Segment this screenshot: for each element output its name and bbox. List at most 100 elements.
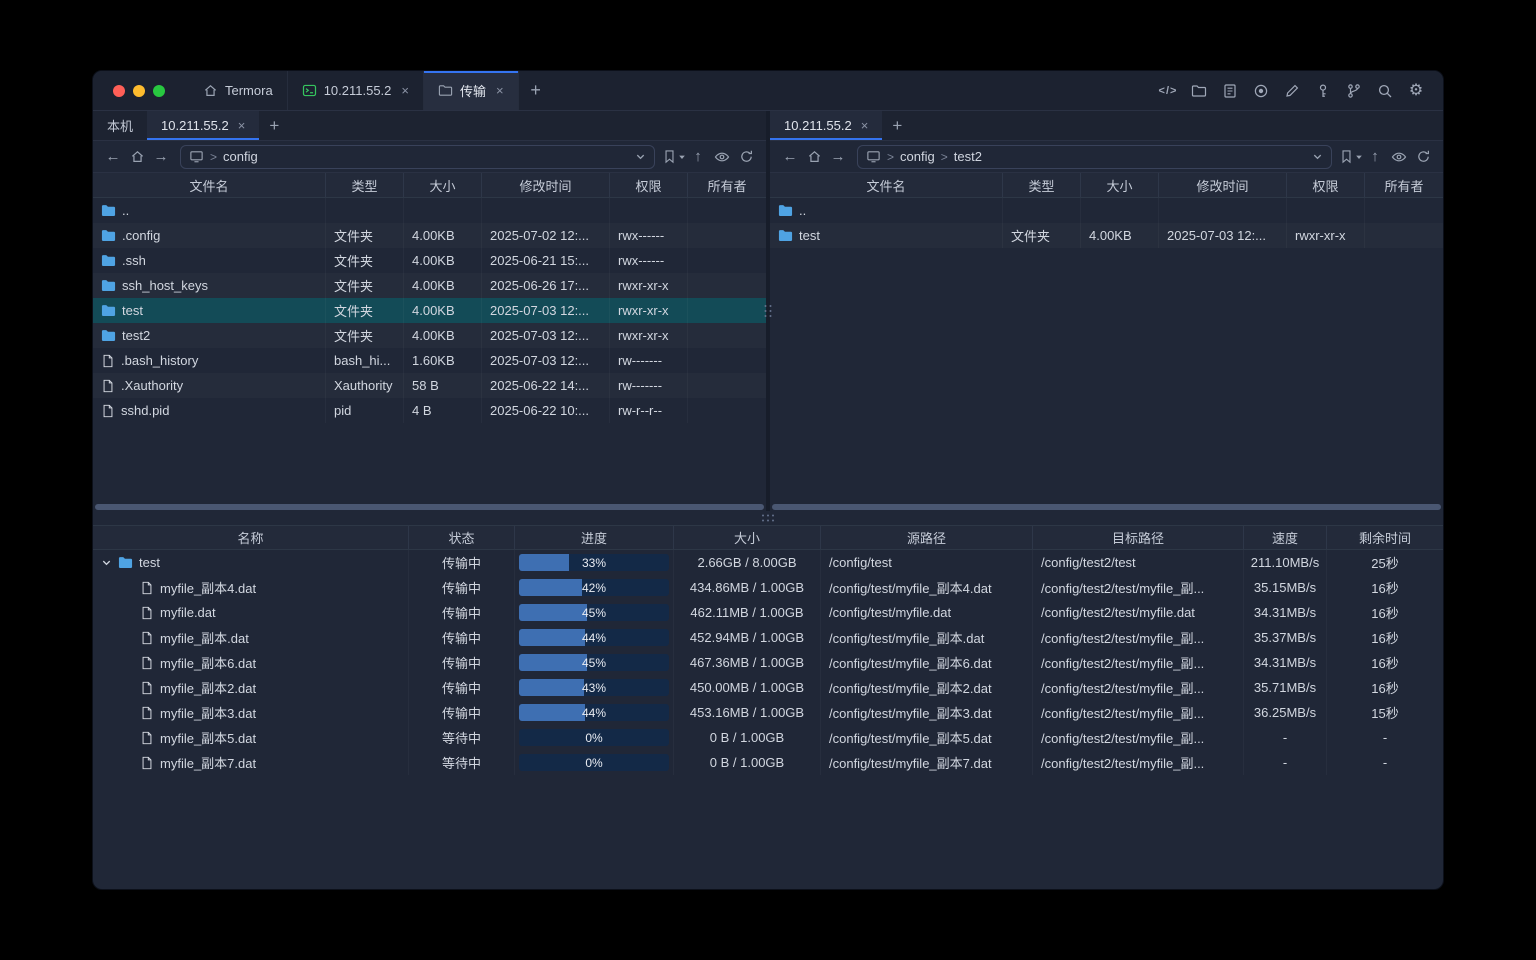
progress-bar: 0% (519, 754, 669, 771)
tab-remote-host[interactable]: 10.211.55.2 × (770, 111, 882, 140)
back-button[interactable]: ← (778, 145, 802, 169)
file-permissions: rwxr-xr-x (610, 298, 688, 323)
splitter-grip[interactable] (762, 515, 774, 522)
close-tab-icon[interactable]: × (401, 83, 409, 98)
file-row[interactable]: test2 文件夹 4.00KB 2025-07-03 12:... rwxr-… (93, 323, 766, 348)
column-header-type[interactable]: 类型 (326, 173, 404, 197)
column-header-mtime[interactable]: 修改时间 (482, 173, 610, 197)
transfer-row[interactable]: myfile_副本4.dat 传输中 42% 434.86MB / 1.00GB… (93, 575, 1443, 600)
home-button[interactable] (802, 145, 826, 169)
file-name: test (122, 303, 143, 318)
transfer-size: 452.94MB / 1.00GB (674, 625, 821, 650)
folder-icon (101, 203, 116, 218)
tab-remote-host[interactable]: 10.211.55.2 × (147, 111, 259, 140)
column-header-speed: 速度 (1244, 526, 1327, 549)
refresh-button[interactable] (734, 145, 758, 169)
new-pane-tab-button[interactable]: + (882, 111, 912, 140)
forward-button[interactable]: → (826, 145, 850, 169)
forward-button[interactable]: → (149, 145, 173, 169)
home-button[interactable] (125, 145, 149, 169)
record-button[interactable] (1248, 78, 1274, 104)
settings-button[interactable]: ⚙ (1403, 78, 1429, 104)
breadcrumb[interactable]: > config (180, 145, 655, 169)
transfer-source-path: /config/test/myfile_副本7.dat (821, 750, 1033, 775)
breadcrumb-segment[interactable]: config (223, 149, 258, 164)
code-button[interactable]: </> (1155, 78, 1181, 104)
branch-button[interactable] (1341, 78, 1367, 104)
scrollbar-thumb[interactable] (95, 504, 764, 510)
transfer-row[interactable]: myfile_副本7.dat 等待中 0% 0 B / 1.00GB /conf… (93, 750, 1443, 775)
chevron-down-icon[interactable] (101, 557, 112, 568)
file-type: bash_hi... (326, 348, 404, 373)
transfer-row[interactable]: myfile_副本2.dat 传输中 43% 450.00MB / 1.00GB… (93, 675, 1443, 700)
tab-local[interactable]: 本机 (93, 111, 147, 140)
breadcrumb-segment[interactable]: test2 (954, 149, 982, 164)
tab-host[interactable]: 10.211.55.2 × (288, 71, 424, 110)
show-hidden-button[interactable] (710, 145, 734, 169)
key-button[interactable] (1310, 78, 1336, 104)
bookmark-button[interactable] (1339, 145, 1363, 169)
column-header-size[interactable]: 大小 (404, 173, 482, 197)
file-owner (688, 323, 766, 348)
folder-button[interactable] (1186, 78, 1212, 104)
file-row[interactable]: test 文件夹 4.00KB 2025-07-03 12:... rwxr-x… (770, 223, 1443, 248)
transfer-row[interactable]: myfile.dat 传输中 45% 462.11MB / 1.00GB /co… (93, 600, 1443, 625)
breadcrumb-segment[interactable]: config (900, 149, 935, 164)
edit-button[interactable] (1279, 78, 1305, 104)
column-header-size[interactable]: 大小 (1081, 173, 1159, 197)
transfer-row[interactable]: myfile_副本.dat 传输中 44% 452.94MB / 1.00GB … (93, 625, 1443, 650)
close-window-button[interactable] (113, 85, 125, 97)
minimize-window-button[interactable] (133, 85, 145, 97)
column-header-perm[interactable]: 权限 (610, 173, 688, 197)
file-row[interactable]: .. (770, 198, 1443, 223)
transfer-row[interactable]: myfile_副本6.dat 传输中 45% 467.36MB / 1.00GB… (93, 650, 1443, 675)
new-tab-button[interactable]: + (519, 71, 553, 110)
breadcrumb[interactable]: > config > test2 (857, 145, 1332, 169)
file-mtime: 2025-06-26 17:... (482, 273, 610, 298)
close-tab-icon[interactable]: × (861, 118, 869, 133)
column-header-name[interactable]: 文件名 (770, 173, 1003, 197)
search-button[interactable] (1372, 78, 1398, 104)
maximize-window-button[interactable] (153, 85, 165, 97)
pane-divider[interactable] (766, 111, 770, 511)
column-header-perm[interactable]: 权限 (1287, 173, 1365, 197)
transfer-eta: 15秒 (1327, 700, 1443, 725)
column-header-owner[interactable]: 所有者 (688, 173, 766, 197)
horizontal-splitter[interactable] (93, 511, 1443, 525)
transfer-row[interactable]: myfile_副本5.dat 等待中 0% 0 B / 1.00GB /conf… (93, 725, 1443, 750)
tab-label: 10.211.55.2 (161, 118, 229, 133)
file-row[interactable]: .bash_history bash_hi... 1.60KB 2025-07-… (93, 348, 766, 373)
file-row[interactable]: ssh_host_keys 文件夹 4.00KB 2025-06-26 17:.… (93, 273, 766, 298)
file-row[interactable]: .Xauthority Xauthority 58 B 2025-06-22 1… (93, 373, 766, 398)
column-header-mtime[interactable]: 修改时间 (1159, 173, 1287, 197)
file-icon (140, 606, 154, 620)
column-header-owner[interactable]: 所有者 (1365, 173, 1443, 197)
new-pane-tab-button[interactable]: + (259, 111, 289, 140)
file-row[interactable]: .config 文件夹 4.00KB 2025-07-02 12:... rwx… (93, 223, 766, 248)
bookmark-button[interactable] (662, 145, 686, 169)
file-row[interactable]: .ssh 文件夹 4.00KB 2025-06-21 15:... rwx---… (93, 248, 766, 273)
file-row[interactable]: .. (93, 198, 766, 223)
divider-grip[interactable] (765, 305, 772, 317)
scrollbar-thumb[interactable] (772, 504, 1441, 510)
tab-termora[interactable]: Termora (189, 71, 288, 110)
chevron-down-icon[interactable] (1312, 151, 1323, 162)
upload-button[interactable]: ↑ (686, 145, 710, 169)
close-tab-icon[interactable]: × (238, 118, 246, 133)
log-button[interactable] (1217, 78, 1243, 104)
file-row[interactable]: test 文件夹 4.00KB 2025-07-03 12:... rwxr-x… (93, 298, 766, 323)
tab-transfer[interactable]: 传输 × (424, 71, 519, 110)
back-button[interactable]: ← (101, 145, 125, 169)
refresh-button[interactable] (1411, 145, 1435, 169)
transfer-row[interactable]: test 传输中 33% 2.66GB / 8.00GB /config/tes… (93, 550, 1443, 575)
column-header-type[interactable]: 类型 (1003, 173, 1081, 197)
file-owner (688, 298, 766, 323)
column-header-name[interactable]: 文件名 (93, 173, 326, 197)
transfer-row[interactable]: myfile_副本3.dat 传输中 44% 453.16MB / 1.00GB… (93, 700, 1443, 725)
close-tab-icon[interactable]: × (496, 83, 504, 98)
show-hidden-button[interactable] (1387, 145, 1411, 169)
upload-button[interactable]: ↑ (1363, 145, 1387, 169)
chevron-down-icon[interactable] (635, 151, 646, 162)
left-pane-toolbar: ← → > config ↑ (93, 141, 766, 173)
file-row[interactable]: sshd.pid pid 4 B 2025-06-22 10:... rw-r-… (93, 398, 766, 423)
